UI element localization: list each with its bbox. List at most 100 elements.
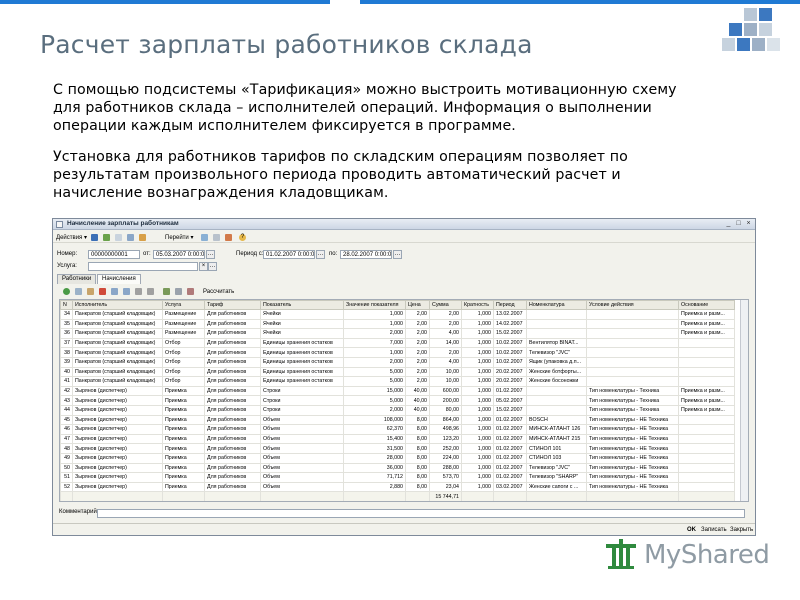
table-cell: Для работников xyxy=(204,472,261,483)
close-icon[interactable]: × xyxy=(744,220,753,227)
table-cell: Для работников xyxy=(204,404,261,416)
add-row-icon[interactable] xyxy=(63,288,70,295)
column-header[interactable]: Показатель xyxy=(260,300,344,310)
menu-goto[interactable]: Перейти ▾ xyxy=(165,234,193,241)
table-cell: 2,00 xyxy=(405,309,430,320)
table-row[interactable]: 41 Панкратов (старший кладовщик) Отбор Для … xyxy=(60,376,735,387)
table-cell: 2,00 xyxy=(429,309,462,320)
date-field[interactable]: 05.03.2007 0:00:00 xyxy=(153,250,205,259)
table-row[interactable]: 35 Панкратов (старший кладовщик) Размещени… xyxy=(60,318,735,330)
column-header[interactable]: Исполнитель xyxy=(72,300,163,310)
table-cell: 10.02.2007 xyxy=(493,356,527,368)
table-cell: 108,000 xyxy=(343,414,406,426)
close-button[interactable]: Закрыть xyxy=(730,527,753,533)
column-header[interactable]: Период xyxy=(493,300,527,310)
table-row[interactable]: 39 Панкратов (старший кладовщик) Отбор Для … xyxy=(60,356,735,368)
maximize-icon[interactable]: □ xyxy=(734,220,743,227)
table-cell: Для работников xyxy=(204,318,261,330)
vertical-scrollbar[interactable] xyxy=(740,300,748,501)
refresh-icon[interactable] xyxy=(201,234,208,241)
table-row[interactable]: 50 Зырянов (диспетчер) Приемка Для работник… xyxy=(60,462,735,474)
filter-icon[interactable] xyxy=(163,288,170,295)
menu-actions[interactable]: Действия ▾ xyxy=(56,234,87,241)
table-row[interactable]: 48 Зырянов (диспетчер) Приемка Для работник… xyxy=(60,443,735,454)
move-down-icon[interactable] xyxy=(123,288,130,295)
table-row[interactable]: 36 Панкратов (старший кладовщик) Размещени… xyxy=(60,328,735,339)
settings-icon[interactable] xyxy=(213,234,220,241)
table-cell: 01.02.2007 xyxy=(493,452,527,464)
table-row[interactable]: 45 Зырянов (диспетчер) Приемка Для работник… xyxy=(60,414,735,426)
post-icon[interactable] xyxy=(103,234,110,241)
save-button[interactable]: Записать xyxy=(701,527,727,533)
table-cell: 41 xyxy=(60,376,73,387)
sort-desc-icon[interactable] xyxy=(147,288,154,295)
edit-row-icon[interactable] xyxy=(87,288,94,295)
comment-field[interactable] xyxy=(97,509,745,518)
copy-row-icon[interactable] xyxy=(75,288,82,295)
column-header[interactable]: Услуга xyxy=(162,300,205,310)
table-row[interactable]: 43 Зырянов (диспетчер) Приемка Для работник… xyxy=(60,395,735,406)
payroll-window: Начисление зарплаты работникам _ □ × Дей… xyxy=(52,218,756,536)
calendar-icon[interactable]: … xyxy=(393,250,402,259)
columns-icon[interactable] xyxy=(175,288,182,295)
top-accent-bar-left xyxy=(0,0,330,4)
select-icon[interactable]: … xyxy=(208,262,217,271)
table-row[interactable]: 47 Зырянов (диспетчер) Приемка Для работник… xyxy=(60,433,735,445)
structure-icon[interactable] xyxy=(139,234,146,241)
calendar-icon[interactable]: … xyxy=(206,250,215,259)
column-header[interactable]: Тариф xyxy=(204,300,261,310)
tab-workers[interactable]: Работники xyxy=(57,274,97,284)
clear-icon[interactable]: × xyxy=(199,262,208,271)
find-icon[interactable] xyxy=(225,234,232,241)
tab-accruals[interactable]: Начисления xyxy=(97,274,141,284)
table-cell: Тип номенклатуры - Техника xyxy=(586,385,679,397)
calendar-icon[interactable]: … xyxy=(316,250,325,259)
table-cell: 8,00 xyxy=(405,452,430,464)
table-row[interactable]: 38 Панкратов (старший кладовщик) Отбор Для … xyxy=(60,347,735,358)
table-cell xyxy=(678,414,735,426)
ok-button[interactable]: OK xyxy=(687,527,696,533)
table-cell xyxy=(678,376,735,387)
table-row[interactable]: 40 Панкратов (старший кладовщик) Отбор Для … xyxy=(60,366,735,378)
column-header[interactable]: N xyxy=(60,300,73,310)
column-header[interactable]: Цена xyxy=(405,300,430,310)
table-row[interactable]: 42 Зырянов (диспетчер) Приемка Для работник… xyxy=(60,385,735,397)
table-row[interactable]: 46 Зырянов (диспетчер) Приемка Для работник… xyxy=(60,424,735,435)
table-cell: Для работников xyxy=(204,443,261,454)
table-row[interactable]: 37 Панкратов (старший кладовщик) Отбор Для … xyxy=(60,337,735,349)
sort-asc-icon[interactable] xyxy=(135,288,142,295)
table-cell: 2,00 xyxy=(405,366,430,378)
period-to-field[interactable]: 28.02.2007 0:00:00 xyxy=(340,250,392,259)
table-cell: Объем xyxy=(260,433,344,445)
table-cell: 40,00 xyxy=(405,385,430,397)
table-cell: 28,000 xyxy=(343,452,406,464)
print-icon[interactable] xyxy=(127,234,134,241)
copy-icon[interactable] xyxy=(115,234,122,241)
column-header[interactable]: Номенклатура xyxy=(526,300,587,310)
table-row[interactable]: 44 Зырянов (диспетчер) Приемка Для работник… xyxy=(60,404,735,416)
save-icon[interactable] xyxy=(91,234,98,241)
table-row[interactable]: 51 Зырянов (диспетчер) Приемка Для работник… xyxy=(60,472,735,483)
column-header[interactable]: Кратность xyxy=(461,300,494,310)
table-cell: 40,00 xyxy=(405,395,430,406)
column-header[interactable]: Основание xyxy=(678,300,735,310)
table-row[interactable]: 52 Зырянов (диспетчер) Приемка Для работник… xyxy=(60,481,735,493)
service-field[interactable] xyxy=(88,262,198,271)
table-cell: Ячейки xyxy=(260,309,344,320)
table-cell xyxy=(526,309,587,320)
clear-filter-icon[interactable] xyxy=(187,288,194,295)
column-header[interactable]: Условие действия xyxy=(586,300,679,310)
table-cell: Женские сапоги с ... xyxy=(526,481,587,493)
number-field[interactable]: 00000000001 xyxy=(88,250,140,259)
column-header[interactable]: Значение показателя xyxy=(343,300,406,310)
calculate-button[interactable]: Рассчитать xyxy=(203,289,234,295)
help-icon[interactable]: ? xyxy=(239,234,246,241)
column-header[interactable]: Сумма xyxy=(429,300,462,310)
table-row[interactable]: 49 Зырянов (диспетчер) Приемка Для работник… xyxy=(60,452,735,464)
period-from-field[interactable]: 01.02.2007 0:00:00 xyxy=(263,250,315,259)
table-row[interactable]: 34 Панкратов (старший кладовщик) Размещени… xyxy=(60,309,735,320)
minimize-icon[interactable]: _ xyxy=(724,220,733,227)
table-cell: Женские ботфорты... xyxy=(526,366,587,378)
delete-row-icon[interactable] xyxy=(99,288,106,295)
move-up-icon[interactable] xyxy=(111,288,118,295)
